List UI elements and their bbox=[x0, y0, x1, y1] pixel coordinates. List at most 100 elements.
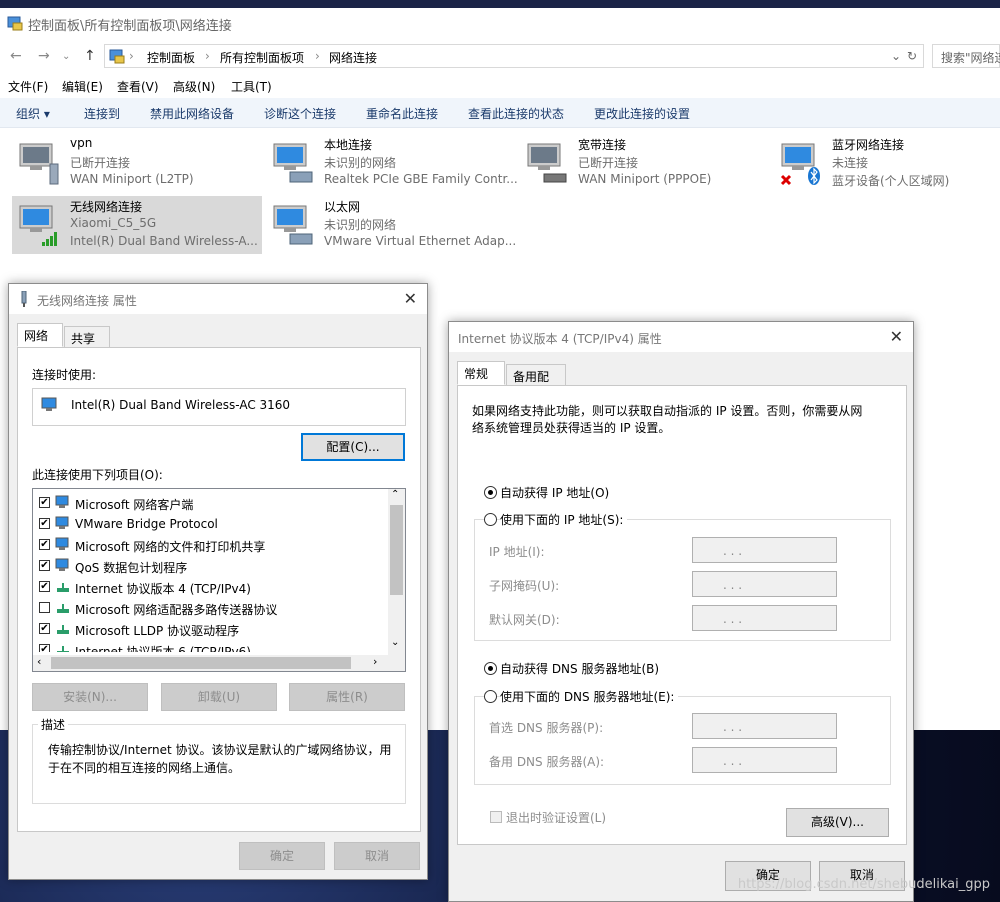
connection-status: 已断开连接 bbox=[70, 156, 131, 170]
subnet-field[interactable]: . . . bbox=[692, 571, 837, 597]
subnet-label: 子网掩码(U): bbox=[489, 579, 560, 593]
address-dropdown-icon[interactable]: ⌄ bbox=[891, 49, 901, 63]
adapter-box: Intel(R) Dual Band Wireless-AC 3160 bbox=[32, 388, 406, 426]
preferred-dns-field[interactable]: . . . bbox=[692, 713, 837, 739]
cmd-rename[interactable]: 重命名此连接 bbox=[366, 105, 438, 122]
refresh-icon[interactable]: ↻ bbox=[907, 49, 917, 63]
network-adapter-icon bbox=[41, 397, 57, 411]
auto-ip-label[interactable]: 自动获得 IP 地址(O) bbox=[500, 484, 609, 501]
alternate-dns-field[interactable]: . . . bbox=[692, 747, 837, 773]
intro-text: 如果网络支持此功能，则可以获取自动指派的 IP 设置。否则，你需要从网络系统管理… bbox=[472, 404, 863, 435]
address-row: ← → ⌄ ↑ › 控制面板 › 所有控制面板项 › 网络连接 ⌄ ↻ bbox=[0, 44, 1000, 70]
connection-item[interactable]: vpn 已断开连接 WAN Miniport (L2TP) bbox=[12, 134, 262, 192]
auto-dns-radio[interactable] bbox=[484, 662, 497, 675]
connection-item-selected[interactable]: 无线网络连接 Xiaomi_C5_5G Intel(R) Dual Band W… bbox=[12, 196, 262, 254]
connection-item[interactable]: 宽带连接 已断开连接 WAN Miniport (PPPOE) bbox=[520, 134, 770, 192]
manual-dns-label[interactable]: 使用下面的 DNS 服务器地址(E): bbox=[500, 688, 679, 705]
breadcrumb-item[interactable]: 网络连接 bbox=[329, 49, 377, 66]
menu-file[interactable]: 文件(F) bbox=[8, 78, 48, 95]
uninstall-button[interactable]: 卸载(U) bbox=[161, 683, 277, 711]
item-checkbox[interactable]: ✔ bbox=[39, 497, 50, 508]
cancel-button[interactable]: 取消 bbox=[334, 842, 420, 870]
explorer-titlebar: 控制面板\所有控制面板项\网络连接 bbox=[0, 8, 1000, 38]
list-item[interactable]: ✔ Microsoft LLDP 协议驱动程序 bbox=[37, 619, 387, 640]
auto-dns-label[interactable]: 自动获得 DNS 服务器地址(B) bbox=[500, 660, 659, 677]
item-checkbox[interactable]: ✔ bbox=[39, 539, 50, 550]
scroll-thumb-h[interactable] bbox=[51, 657, 351, 669]
menu-advanced[interactable]: 高级(N) bbox=[173, 78, 215, 95]
properties-button[interactable]: 属性(R) bbox=[289, 683, 405, 711]
connection-name: 宽带连接 bbox=[578, 138, 627, 152]
advanced-button[interactable]: 高级(V)... bbox=[786, 808, 889, 837]
tab-alternate[interactable]: 备用配置 bbox=[506, 364, 566, 401]
configure-button[interactable]: 配置(C)... bbox=[301, 433, 405, 461]
list-item[interactable]: Microsoft 网络适配器多路传送器协议 bbox=[37, 598, 387, 619]
install-button[interactable]: 安装(N)... bbox=[32, 683, 148, 711]
scroll-left-icon[interactable]: ‹ bbox=[37, 655, 41, 668]
tab-general[interactable]: 常规 bbox=[457, 361, 505, 385]
list-item[interactable]: ✔ QoS 数据包计划程序 bbox=[37, 556, 387, 577]
validate-checkbox[interactable] bbox=[490, 811, 502, 823]
control-panel-icon bbox=[109, 49, 125, 64]
cmd-view-status[interactable]: 查看此连接的状态 bbox=[468, 105, 564, 122]
description-label: 描述 bbox=[38, 716, 69, 733]
manual-ip-radio[interactable] bbox=[484, 513, 497, 526]
menu-tools[interactable]: 工具(T) bbox=[231, 78, 272, 95]
cmd-change-settings[interactable]: 更改此连接的设置 bbox=[594, 105, 690, 122]
forward-icon[interactable]: → bbox=[38, 48, 50, 64]
window-title: 控制面板\所有控制面板项\网络连接 bbox=[28, 19, 232, 34]
ok-button[interactable]: 确定 bbox=[239, 842, 325, 870]
connection-device: Realtek PCIe GBE Family Contr... bbox=[324, 172, 518, 186]
scroll-right-icon[interactable]: › bbox=[373, 655, 377, 668]
close-icon[interactable]: ✕ bbox=[890, 327, 903, 346]
dialog-titlebar: Internet 协议版本 4 (TCP/IPv4) 属性 ✕ bbox=[449, 322, 913, 352]
scroll-down-icon[interactable]: ⌄ bbox=[391, 637, 399, 648]
ip-address-field[interactable]: . . . bbox=[692, 537, 837, 563]
list-item[interactable]: ✔ Internet 协议版本 6 (TCP/IPv6) bbox=[37, 640, 387, 652]
search-input[interactable]: 搜索"网络连 bbox=[932, 44, 1000, 68]
list-item[interactable]: ✔ VMware Bridge Protocol bbox=[37, 514, 387, 535]
connection-item[interactable]: 本地连接 未识别的网络 Realtek PCIe GBE Family Cont… bbox=[266, 134, 518, 192]
validate-label[interactable]: 退出时验证设置(L) bbox=[506, 809, 606, 826]
scroll-thumb[interactable] bbox=[390, 505, 403, 595]
horizontal-scrollbar[interactable]: ‹ › bbox=[33, 655, 405, 671]
scroll-up-icon[interactable]: ⌃ bbox=[391, 489, 399, 500]
cmd-disable-device[interactable]: 禁用此网络设备 bbox=[150, 105, 234, 122]
gateway-field[interactable]: . . . bbox=[692, 605, 837, 631]
breadcrumb-item[interactable]: 所有控制面板项 bbox=[220, 49, 304, 66]
breadcrumb-item[interactable]: 控制面板 bbox=[147, 49, 195, 66]
list-item[interactable]: ✔ Microsoft 网络的文件和打印机共享 bbox=[37, 535, 387, 556]
item-checkbox[interactable]: ✔ bbox=[39, 518, 50, 529]
adapter-name: Intel(R) Dual Band Wireless-AC 3160 bbox=[71, 398, 291, 412]
items-label: 此连接使用下列项目(O): bbox=[32, 468, 163, 482]
list-item[interactable]: ✔ Internet 协议版本 4 (TCP/IPv4) bbox=[37, 577, 387, 598]
connection-device: Intel(R) Dual Band Wireless-A... bbox=[70, 234, 258, 248]
recent-dropdown-icon[interactable]: ⌄ bbox=[62, 51, 70, 62]
item-checkbox[interactable]: ✔ bbox=[39, 623, 50, 634]
item-checkbox[interactable] bbox=[39, 602, 50, 613]
address-bar[interactable]: › 控制面板 › 所有控制面板项 › 网络连接 ⌄ ↻ bbox=[104, 44, 924, 68]
back-icon[interactable]: ← bbox=[10, 48, 22, 64]
list-item[interactable]: ✔ Microsoft 网络客户端 bbox=[37, 493, 387, 514]
cmd-organize[interactable]: 组织 ▾ bbox=[16, 105, 50, 122]
connection-item[interactable]: 以太网 未识别的网络 VMware Virtual Ethernet Adap.… bbox=[266, 196, 516, 254]
manual-ip-label[interactable]: 使用下面的 IP 地址(S): bbox=[500, 511, 628, 528]
item-checkbox[interactable]: ✔ bbox=[39, 560, 50, 571]
close-icon[interactable]: ✕ bbox=[404, 289, 417, 308]
cmd-connect-to[interactable]: 连接到 bbox=[84, 105, 120, 122]
up-icon[interactable]: ↑ bbox=[84, 48, 96, 64]
adapter-properties-dialog: 无线网络连接 属性 ✕ 网络 共享 连接时使用: Intel(R) Dual B… bbox=[8, 283, 428, 880]
manual-dns-radio[interactable] bbox=[484, 690, 497, 703]
tab-network[interactable]: 网络 bbox=[17, 323, 63, 347]
item-checkbox[interactable]: ✔ bbox=[39, 644, 50, 652]
auto-ip-radio[interactable] bbox=[484, 486, 497, 499]
connection-item[interactable]: 蓝牙网络连接 未连接 蓝牙设备(个人区域网) bbox=[774, 134, 1000, 192]
menu-view[interactable]: 查看(V) bbox=[117, 78, 159, 95]
cmd-diagnose[interactable]: 诊断这个连接 bbox=[264, 105, 336, 122]
vertical-scrollbar[interactable]: ⌃ ⌄ bbox=[388, 489, 405, 655]
menu-edit[interactable]: 编辑(E) bbox=[62, 78, 103, 95]
network-adapter-icon bbox=[19, 143, 59, 185]
components-list[interactable]: ✔ Microsoft 网络客户端 ✔ VMware Bridge Protoc… bbox=[32, 488, 406, 672]
item-checkbox[interactable]: ✔ bbox=[39, 581, 50, 592]
tab-sharing[interactable]: 共享 bbox=[64, 326, 110, 348]
